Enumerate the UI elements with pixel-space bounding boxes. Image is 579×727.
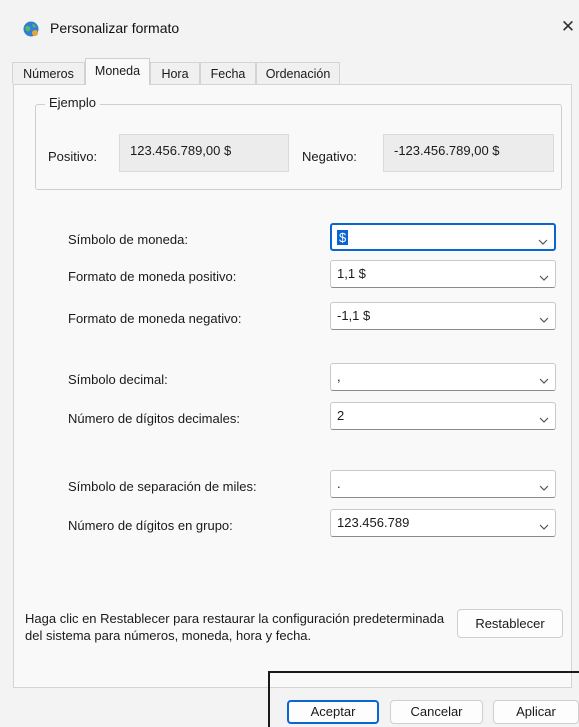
- chevron-down-icon: [539, 412, 549, 423]
- positive-label: Positivo:: [48, 149, 98, 164]
- positive-format-label: Formato de moneda positivo:: [68, 269, 237, 284]
- positive-format-value: 1,1 $: [337, 266, 366, 281]
- digit-grouping-combobox[interactable]: 123.456.789: [330, 509, 556, 537]
- negative-label: Negativo:: [302, 149, 357, 164]
- chevron-down-icon: [539, 312, 549, 323]
- chevron-down-icon: [538, 234, 548, 245]
- globe-settings-icon: [22, 20, 40, 38]
- tab-moneda[interactable]: Moneda: [85, 58, 150, 85]
- chevron-down-icon: [539, 480, 549, 491]
- chevron-down-icon: [539, 519, 549, 530]
- apply-button[interactable]: Aplicar: [493, 700, 579, 724]
- example-legend: Ejemplo: [45, 95, 100, 110]
- negative-format-value: -1,1 $: [337, 308, 371, 323]
- digit-grouping-value: 123.456.789: [337, 515, 410, 530]
- reset-hint-text: Haga clic en Restablecer para restaurar …: [25, 611, 445, 643]
- currency-symbol-value: $: [337, 230, 349, 245]
- positive-example-value: 123.456.789,00 $: [119, 134, 289, 172]
- footer-divider: [268, 671, 579, 673]
- decimal-symbol-label: Símbolo decimal:: [68, 372, 168, 387]
- currency-symbol-combobox[interactable]: $: [330, 223, 556, 251]
- chevron-down-icon: [539, 373, 549, 384]
- reset-button[interactable]: Restablecer: [457, 609, 563, 638]
- customize-format-dialog: Personalizar formato ✕ Números Moneda Ho…: [0, 0, 579, 727]
- decimal-digits-value: 2: [337, 408, 345, 423]
- negative-format-combobox[interactable]: -1,1 $: [330, 302, 556, 330]
- chevron-down-icon: [539, 270, 549, 281]
- cancel-button[interactable]: Cancelar: [390, 700, 483, 724]
- currency-tab-panel: Ejemplo Positivo: 123.456.789,00 $ Negat…: [13, 84, 572, 688]
- ok-button[interactable]: Aceptar: [287, 700, 379, 724]
- digit-grouping-label: Número de dígitos en grupo:: [68, 518, 233, 533]
- currency-symbol-label: Símbolo de moneda:: [68, 232, 188, 247]
- tab-hora[interactable]: Hora: [150, 62, 200, 84]
- decimal-digits-combobox[interactable]: 2: [330, 402, 556, 430]
- tab-fecha[interactable]: Fecha: [200, 62, 256, 84]
- negative-format-label: Formato de moneda negativo:: [68, 311, 242, 326]
- title-bar: Personalizar formato ✕: [0, 0, 579, 52]
- tab-numeros[interactable]: Números: [12, 62, 85, 84]
- tab-ordenacion[interactable]: Ordenación: [256, 62, 340, 84]
- thousands-separator-value: .: [337, 476, 341, 491]
- positive-format-combobox[interactable]: 1,1 $: [330, 260, 556, 288]
- thousands-separator-label: Símbolo de separación de miles:: [68, 479, 257, 494]
- example-group: Ejemplo Positivo: 123.456.789,00 $ Negat…: [35, 95, 562, 190]
- negative-example-value: -123.456.789,00 $: [383, 134, 554, 172]
- footer-divider-vertical: [268, 672, 270, 727]
- decimal-symbol-combobox[interactable]: ,: [330, 363, 556, 391]
- window-title: Personalizar formato: [50, 20, 180, 36]
- decimal-symbol-value: ,: [337, 369, 341, 384]
- thousands-separator-combobox[interactable]: .: [330, 470, 556, 498]
- close-button[interactable]: ✕: [557, 14, 579, 40]
- decimal-digits-label: Número de dígitos decimales:: [68, 411, 240, 426]
